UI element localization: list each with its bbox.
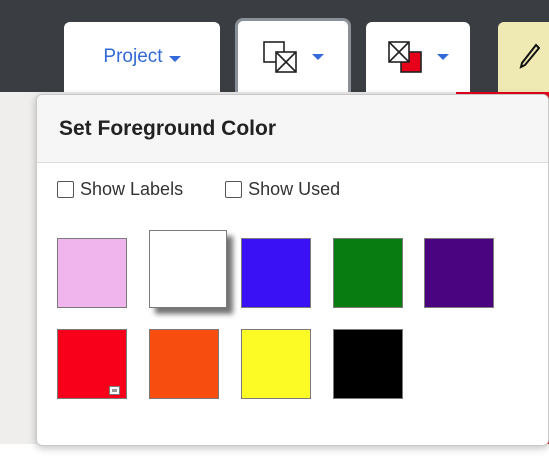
color-swatch-yellow[interactable]	[241, 329, 311, 399]
color-swatch-blue[interactable]	[241, 238, 311, 308]
show-labels-checkbox[interactable]	[57, 180, 74, 198]
pencil-tool-button[interactable]	[498, 22, 549, 92]
show-used-checkbox[interactable]	[225, 180, 243, 198]
foreground-color-dropdown: Set Foreground Color Show Labels Show Us…	[36, 94, 549, 446]
chevron-down-icon	[437, 54, 449, 60]
canvas-bottom	[0, 444, 549, 460]
show-used-label: Show Used	[248, 178, 341, 199]
chevron-down-icon	[168, 55, 181, 62]
color-swatch-pink[interactable]	[57, 238, 127, 308]
color-swatch-red[interactable]	[57, 329, 127, 399]
chevron-down-icon	[312, 53, 324, 60]
color-swatch-black[interactable]	[333, 329, 403, 399]
show-labels-option[interactable]: Show Labels	[57, 179, 183, 200]
background-swap-icon	[388, 41, 422, 73]
show-used-option[interactable]: Show Used	[225, 179, 340, 200]
project-menu-button[interactable]: Project	[64, 22, 220, 92]
pencil-icon	[519, 43, 540, 69]
background-color-button[interactable]	[366, 22, 470, 92]
panel-title: Set Foreground Color	[37, 95, 548, 163]
project-label: Project	[103, 46, 163, 67]
panel-options: Show Labels Show Used	[57, 177, 382, 201]
color-swatch-orange[interactable]	[149, 329, 219, 399]
foreground-color-button[interactable]	[235, 18, 351, 92]
color-swatch-white[interactable]	[149, 230, 227, 308]
color-swatch-green[interactable]	[333, 238, 403, 308]
show-labels-label: Show Labels	[80, 178, 184, 199]
foreground-swap-icon	[263, 40, 297, 73]
image-icon	[109, 386, 120, 395]
color-swatch-purple[interactable]	[424, 238, 494, 308]
